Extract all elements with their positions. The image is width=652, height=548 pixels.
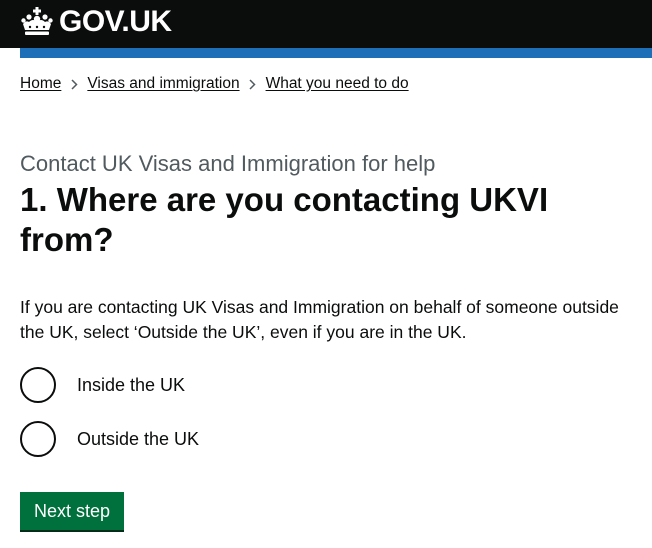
crown-icon xyxy=(21,7,53,35)
logo-text: GOV.UK xyxy=(59,5,172,38)
question-heading: 1. Where are you contacting UKVI from? xyxy=(20,181,549,258)
next-step-button[interactable]: Next step xyxy=(20,492,124,530)
page-caption: Contact UK Visas and Immigration for hel… xyxy=(20,151,436,176)
radio-label[interactable]: Inside the UK xyxy=(77,373,185,397)
radio-label[interactable]: Outside the UK xyxy=(77,427,199,451)
radio-button[interactable] xyxy=(20,367,56,403)
chevron-right-icon xyxy=(65,78,83,90)
breadcrumb-visas-and-immigration[interactable]: Visas and immigration xyxy=(87,74,239,94)
site-header: GOV.UK xyxy=(0,0,652,48)
govuk-logo-link[interactable]: GOV.UK xyxy=(20,6,172,38)
header-accent-bar xyxy=(20,48,652,58)
radio-option-inside-uk[interactable]: Inside the UK xyxy=(20,367,185,403)
question-hint: If you are contacting UK Visas and Immig… xyxy=(20,297,619,342)
breadcrumb-what-you-need-to-do[interactable]: What you need to do xyxy=(266,74,409,94)
breadcrumb: Home Visas and immigration What you need… xyxy=(20,74,409,94)
chevron-right-icon xyxy=(244,78,262,90)
radio-option-outside-uk[interactable]: Outside the UK xyxy=(20,421,199,457)
breadcrumb-home[interactable]: Home xyxy=(20,74,61,94)
radio-button[interactable] xyxy=(20,421,56,457)
